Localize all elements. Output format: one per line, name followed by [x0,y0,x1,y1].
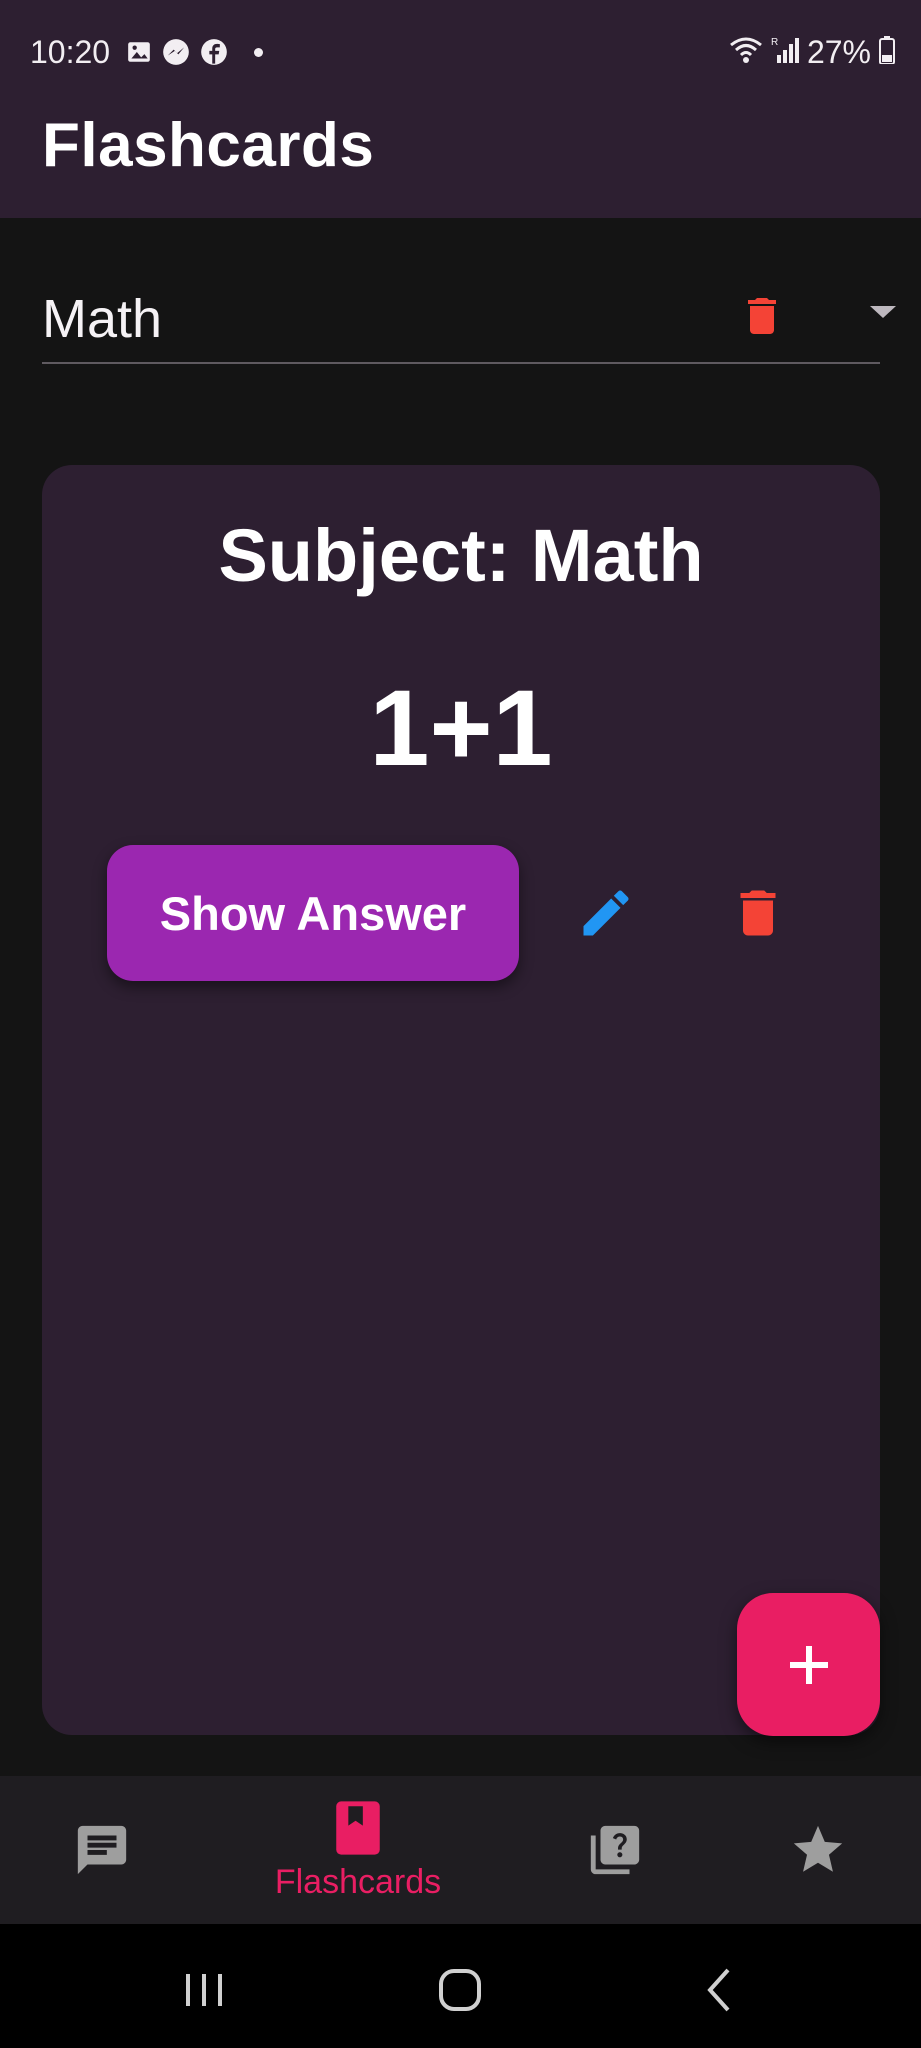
subject-dropdown-value: Math [42,289,163,349]
recent-apps-icon [186,1974,222,2006]
edit-card-button[interactable] [576,883,636,943]
back-icon [707,1968,730,2012]
svg-text:R: R [771,37,778,48]
card-subject-title: Subject: Math [218,514,704,597]
star-icon [793,1825,843,1872]
page-title: Flashcards [42,111,375,180]
card-question: 1+1 [369,667,553,788]
nav-item-chat[interactable] [42,1776,162,1924]
nav-item-label: Flashcards [274,1862,442,1901]
plus-icon [789,1645,828,1684]
dot-icon [254,47,263,57]
bottom-navigation: Flashcards [0,1776,921,1924]
battery-percent: 27% [806,34,871,70]
facebook-icon [200,38,228,66]
gallery-icon [126,39,152,65]
battery-icon [879,36,895,69]
subject-dropdown[interactable]: Math [42,282,896,364]
nav-item-flashcards[interactable]: Flashcards [258,1776,458,1924]
pencil-icon [583,890,629,936]
quiz-icon [590,1825,640,1875]
signal-icon: R [771,35,799,70]
trash-icon [748,298,776,334]
wifi-icon [729,36,763,69]
nav-item-quiz[interactable] [555,1776,675,1924]
bookmark-card-icon [336,1800,380,1855]
home-button[interactable] [430,1960,490,2020]
top-app-area: 10:20 R 27% Flashcards [0,0,921,218]
status-bar: 10:20 R 27% [0,0,921,106]
nav-item-favorites[interactable] [758,1776,878,1924]
delete-subject-button[interactable] [738,292,786,340]
home-icon [439,1969,481,2011]
notification-icons [126,38,263,66]
trash-icon [740,890,776,936]
messenger-icon [162,38,190,66]
chat-icon [77,1825,127,1875]
app-screen: 10:20 R 27% Flashcards Math Subject: Mat… [0,0,921,2048]
status-time: 10:20 [30,34,111,70]
add-flashcard-button[interactable] [737,1593,880,1736]
show-answer-button[interactable]: Show Answer [107,845,519,981]
flashcard: Subject: Math 1+1 Show Answer [42,465,880,1735]
system-status-icons: R 27% [729,34,895,71]
delete-card-button[interactable] [728,883,788,943]
system-navigation-bar [0,1924,921,2048]
recent-apps-button[interactable] [174,1960,234,2020]
back-button[interactable] [690,1960,750,2020]
